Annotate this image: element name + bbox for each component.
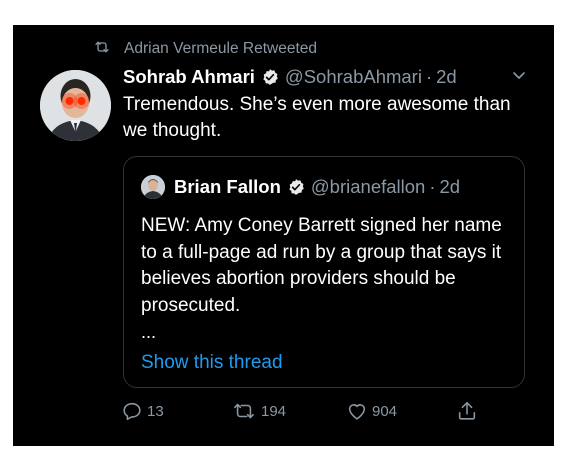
author-avatar[interactable]: [40, 70, 111, 141]
retweet-label[interactable]: Adrian Vermeule Retweeted: [124, 40, 317, 58]
quoted-tweet[interactable]: Brian Fallon @brianefallon · 2d NEW: Amy…: [123, 156, 525, 388]
share-button[interactable]: [456, 399, 478, 423]
tweet-timestamp[interactable]: 2d: [436, 66, 457, 88]
separator-dot: ·: [425, 66, 433, 87]
quoted-tweet-timestamp[interactable]: 2d: [440, 176, 461, 198]
tweet-actions: 13 194 904: [121, 399, 541, 423]
quoted-tweet-ellipsis: ...: [141, 322, 157, 342]
share-icon: [456, 400, 478, 422]
author-handle[interactable]: @SohrabAhmari: [285, 66, 422, 88]
like-count: 904: [372, 402, 398, 420]
verified-badge-icon: [261, 68, 279, 86]
separator-dot: ·: [429, 176, 436, 197]
tweet-card[interactable]: Adrian Vermeule Retweeted Sohrab Ahmari …: [13, 25, 554, 446]
reply-button[interactable]: 13: [121, 399, 164, 423]
retweet-icon: [93, 39, 111, 60]
quoted-tweet-header: Brian Fallon @brianefallon · 2d: [141, 175, 460, 199]
quoted-author-handle[interactable]: @brianefallon: [311, 176, 425, 198]
retweet-indicator: Adrian Vermeule Retweeted: [93, 39, 317, 59]
quoted-author-avatar[interactable]: [141, 175, 165, 199]
verified-badge-icon: [287, 178, 305, 196]
retweet-icon: [231, 400, 257, 422]
author-name[interactable]: Sohrab Ahmari: [123, 66, 255, 88]
quoted-author-name[interactable]: Brian Fallon: [174, 176, 281, 198]
tweet-header: Sohrab Ahmari @SohrabAhmari · 2d: [123, 65, 528, 89]
reply-icon: [121, 400, 143, 422]
retweet-count: 194: [261, 402, 287, 420]
reply-count: 13: [147, 402, 164, 420]
tweet-text: Tremendous. She’s even more awesome than…: [123, 94, 511, 141]
quoted-tweet-text: NEW: Amy Coney Barrett signed her name t…: [141, 215, 502, 316]
like-button[interactable]: 904: [346, 399, 397, 423]
chevron-down-icon[interactable]: [511, 67, 527, 83]
retweet-button[interactable]: 194: [231, 399, 286, 423]
show-thread-link[interactable]: Show this thread: [141, 351, 283, 375]
heart-icon: [346, 400, 368, 422]
